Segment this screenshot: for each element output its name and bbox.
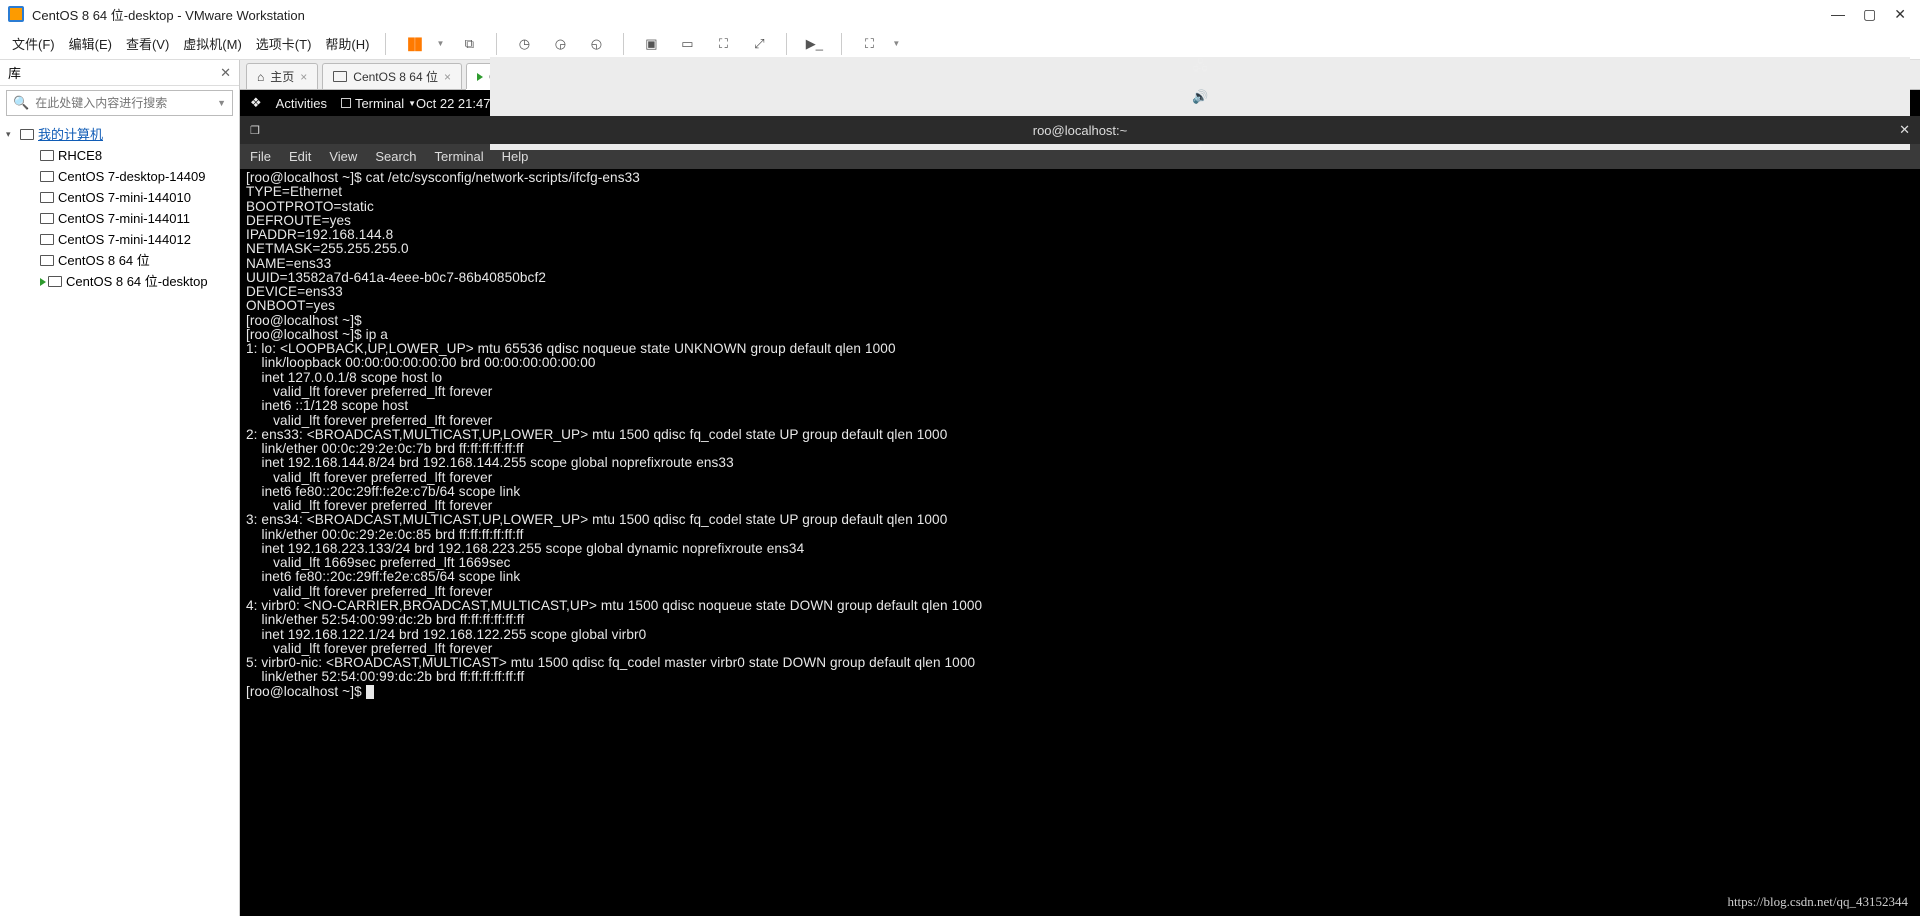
library-panel: 库 ✕ 🔍 ▼ ▾ 我的计算机 RHCE8 CentOS 7-desktop-1…: [0, 60, 240, 916]
term-menu-search[interactable]: Search: [375, 149, 416, 164]
window-title: CentOS 8 64 位-desktop - VMware Workstati…: [32, 5, 1831, 24]
snapshot-manager-button[interactable]: ◵: [585, 33, 607, 55]
separator: [496, 33, 497, 55]
vm-icon: [40, 192, 54, 203]
library-tree: ▾ 我的计算机 RHCE8 CentOS 7-desktop-14409 Cen…: [0, 120, 239, 296]
vm-icon: [48, 276, 62, 287]
tree-root-label[interactable]: 我的计算机: [38, 124, 103, 145]
view-mode-fit-icon[interactable]: ⛶: [712, 33, 734, 55]
term-menu-help[interactable]: Help: [502, 149, 529, 164]
library-title: 库: [8, 63, 21, 82]
separator: [786, 33, 787, 55]
library-search[interactable]: 🔍 ▼: [6, 90, 233, 116]
network-icon[interactable]: 🖧: [1193, 57, 1208, 79]
view-mode-single-icon[interactable]: ▭: [676, 33, 698, 55]
tree-item-label: RHCE8: [58, 145, 102, 166]
gnome-active-app[interactable]: Terminal ▼: [341, 96, 416, 111]
send-ctrl-alt-del-button[interactable]: ⧉: [458, 33, 480, 55]
tree-item[interactable]: RHCE8: [6, 145, 233, 166]
tab-home[interactable]: ⌂ 主页 ×: [246, 63, 318, 89]
tree-item[interactable]: CentOS 7-mini-144010: [6, 187, 233, 208]
separator: [385, 33, 386, 55]
chevron-down-icon[interactable]: ▼: [217, 98, 226, 108]
terminal-title-bar[interactable]: ❐ roo@localhost:~ ✕: [240, 116, 1920, 144]
search-icon: 🔍: [13, 95, 29, 111]
gnome-activity-icon[interactable]: ❖: [250, 95, 262, 111]
vm-icon: [40, 171, 54, 182]
volume-icon[interactable]: 🔊: [1192, 89, 1208, 105]
fullscreen-button[interactable]: ⛶: [858, 33, 880, 55]
snapshot-button[interactable]: ◷: [513, 33, 535, 55]
computer-icon: [20, 129, 34, 140]
running-icon: [477, 73, 483, 81]
tree-item-label: CentOS 7-mini-144011: [58, 208, 190, 229]
vm-icon: [40, 150, 54, 161]
separator: [841, 33, 842, 55]
gnome-activities[interactable]: Activities: [276, 96, 327, 111]
close-terminal-button[interactable]: ✕: [1899, 122, 1910, 138]
close-library-button[interactable]: ✕: [220, 65, 231, 81]
menu-edit[interactable]: 编辑(E): [69, 34, 112, 53]
tab-label: 主页: [270, 68, 294, 85]
terminal-title: roo@localhost:~: [1033, 123, 1128, 138]
home-icon: ⌂: [257, 70, 264, 84]
guest-display[interactable]: ❖ Activities Terminal▼ Oct 22 21:47 🖧 🔊 …: [240, 90, 1920, 916]
menu-bar: 文件(F) 编辑(E) 查看(V) 虚拟机(M) 选项卡(T) 帮助(H) ▮▮…: [0, 28, 1920, 60]
tree-root[interactable]: ▾ 我的计算机: [6, 124, 233, 145]
close-button[interactable]: ✕: [1894, 6, 1906, 23]
vm-icon: [40, 213, 54, 224]
revert-snapshot-button[interactable]: ◶: [549, 33, 571, 55]
term-menu-file[interactable]: File: [250, 149, 271, 164]
tree-item[interactable]: CentOS 7-mini-144012: [6, 229, 233, 250]
term-menu-view[interactable]: View: [329, 149, 357, 164]
chevron-down-icon[interactable]: ▼: [892, 39, 900, 48]
tree-item[interactable]: CentOS 7-mini-144011: [6, 208, 233, 229]
tree-item-label: CentOS 7-desktop-14409: [58, 166, 205, 187]
vm-icon: [333, 71, 347, 82]
chevron-down-icon: ▼: [408, 99, 416, 108]
tab-centos8[interactable]: CentOS 8 64 位 ×: [322, 63, 462, 89]
gnome-app-label: Terminal: [355, 96, 404, 111]
search-input[interactable]: [35, 96, 211, 110]
tree-item-label: CentOS 8 64 位-desktop: [66, 271, 208, 292]
menu-tabs[interactable]: 选项卡(T): [256, 34, 312, 53]
menu-file[interactable]: 文件(F): [12, 34, 55, 53]
vmware-icon: [8, 6, 24, 22]
close-tab-icon[interactable]: ×: [444, 70, 451, 84]
tab-label: CentOS 8 64 位: [353, 68, 438, 85]
tree-item-label: CentOS 7-mini-144012: [58, 229, 191, 250]
term-menu-terminal[interactable]: Terminal: [435, 149, 484, 164]
terminal-output[interactable]: [roo@localhost ~]$ cat /etc/sysconfig/ne…: [240, 169, 1920, 701]
terminal-icon: [341, 98, 351, 108]
restore-icon[interactable]: ❐: [250, 124, 260, 137]
tree-item-label: CentOS 8 64 位: [58, 250, 150, 271]
view-mode-sidebyside-icon[interactable]: ▣: [640, 33, 662, 55]
gnome-top-bar: ❖ Activities Terminal▼ Oct 22 21:47 🖧 🔊 …: [240, 90, 1920, 116]
running-icon: [40, 278, 46, 286]
view-mode-stretch-icon[interactable]: ⤢: [748, 33, 770, 55]
pause-vm-button[interactable]: ▮▮: [402, 33, 424, 55]
window-title-bar: CentOS 8 64 位-desktop - VMware Workstati…: [0, 0, 1920, 28]
tree-item-label: CentOS 7-mini-144010: [58, 187, 191, 208]
tree-item-active[interactable]: CentOS 8 64 位-desktop: [6, 271, 233, 292]
chevron-down-icon[interactable]: ▼: [436, 39, 444, 48]
menu-help[interactable]: 帮助(H): [325, 34, 369, 53]
term-menu-edit[interactable]: Edit: [289, 149, 311, 164]
menu-vm[interactable]: 虚拟机(M): [183, 34, 242, 53]
watermark: https://blog.csdn.net/qq_43152344: [1727, 894, 1908, 910]
tree-item[interactable]: CentOS 7-desktop-14409: [6, 166, 233, 187]
vm-icon: [40, 255, 54, 266]
menu-view[interactable]: 查看(V): [126, 34, 169, 53]
close-tab-icon[interactable]: ×: [300, 70, 307, 84]
enter-unity-button[interactable]: ▶_: [803, 33, 825, 55]
gnome-clock[interactable]: Oct 22 21:47: [416, 96, 490, 111]
maximize-button[interactable]: ▢: [1863, 6, 1876, 23]
separator: [623, 33, 624, 55]
minimize-button[interactable]: —: [1831, 6, 1845, 23]
tree-item[interactable]: CentOS 8 64 位: [6, 250, 233, 271]
vm-icon: [40, 234, 54, 245]
